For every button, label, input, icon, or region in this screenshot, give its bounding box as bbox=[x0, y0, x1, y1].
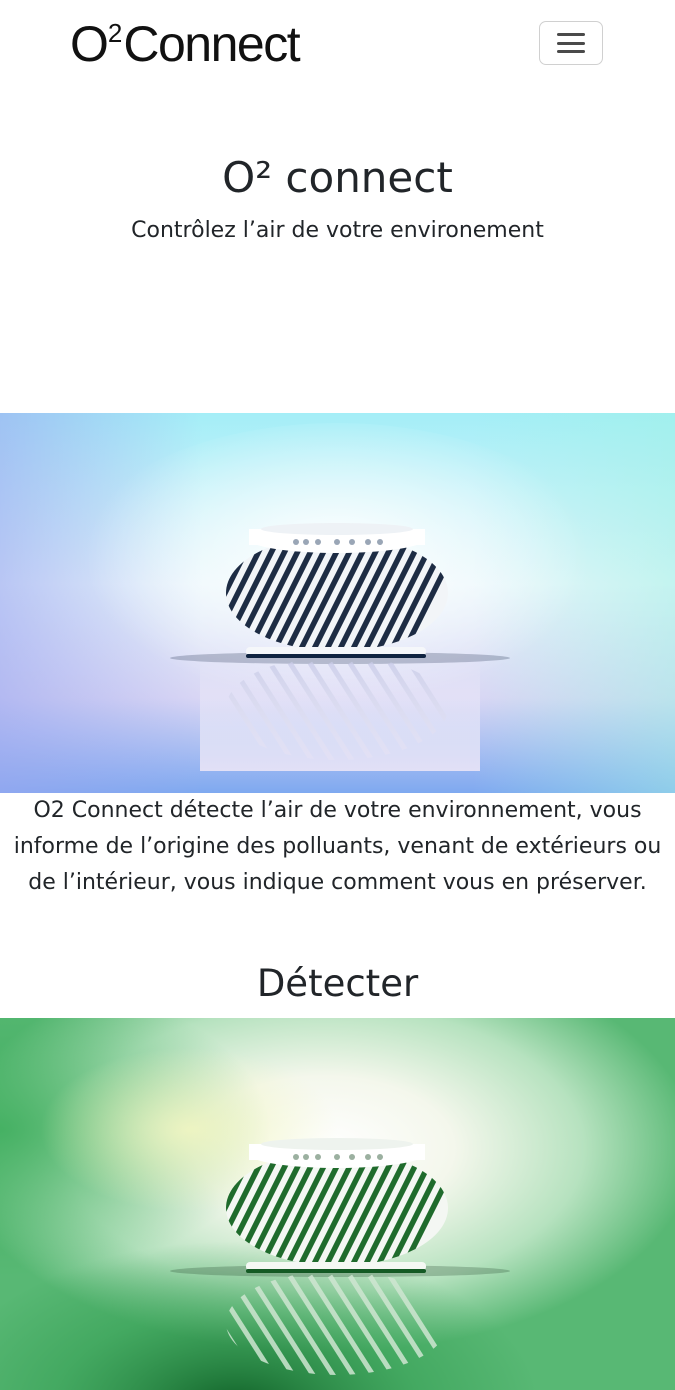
air-purifier-image-green bbox=[0, 1018, 675, 1390]
product-description: O2 Connect détecte l’air de votre enviro… bbox=[13, 798, 662, 895]
brand-logo-superscript: 2 bbox=[107, 18, 123, 48]
navbar: O 2 Connect bbox=[0, 0, 675, 90]
air-purifier-image-blue bbox=[0, 413, 675, 793]
brand-logo-o: O bbox=[70, 16, 109, 72]
page-subtitle: Contrôlez l’air de votre environement bbox=[131, 218, 544, 243]
section-title-detecter: Détecter bbox=[256, 962, 419, 1005]
brand-logo-text: Connect bbox=[123, 16, 300, 72]
hamburger-menu-icon bbox=[557, 32, 585, 54]
navbar-toggler-button[interactable] bbox=[539, 21, 603, 65]
page-title: O² connect bbox=[222, 153, 453, 202]
brand-logo[interactable]: O 2 Connect bbox=[70, 16, 301, 72]
